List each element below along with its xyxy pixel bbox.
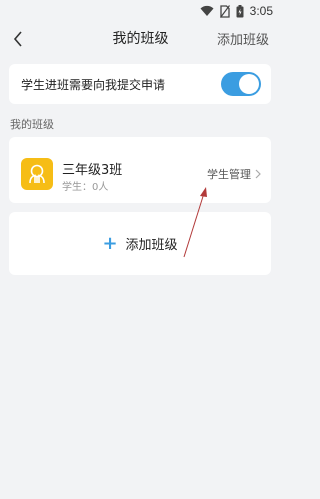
status-time: 3:05 <box>249 4 273 18</box>
join-approval-label: 学生进班需要向我提交申请 <box>21 78 166 92</box>
student-management-label: 学生管理 <box>207 168 251 181</box>
class-name: 三年级3班 <box>62 163 123 178</box>
join-approval-setting: 学生进班需要向我提交申请 <box>9 64 271 104</box>
plus-icon: + <box>102 232 118 254</box>
toggle-knob <box>239 74 259 94</box>
add-class-button[interactable]: + 添加班级 <box>9 212 271 275</box>
no-sim-icon <box>219 4 230 18</box>
student-management-link[interactable]: 学生管理 <box>207 166 261 182</box>
class-card[interactable]: 三年级3班 学生：0人 学生管理 <box>9 137 271 203</box>
navigation-bar: 我的班级 添加班级 <box>0 22 281 56</box>
chevron-right-icon <box>255 169 261 179</box>
add-class-header-button[interactable]: 添加班级 <box>217 29 269 48</box>
section-title: 我的班级 <box>10 118 54 131</box>
class-avatar <box>21 158 53 190</box>
class-student-count: 学生：0人 <box>62 182 109 193</box>
join-approval-toggle[interactable] <box>221 72 261 96</box>
wifi-icon <box>200 5 214 16</box>
class-logo-icon <box>29 164 45 184</box>
add-class-label: 添加班级 <box>125 238 178 253</box>
status-bar: 3:05 <box>0 0 281 22</box>
battery-icon <box>236 4 244 17</box>
